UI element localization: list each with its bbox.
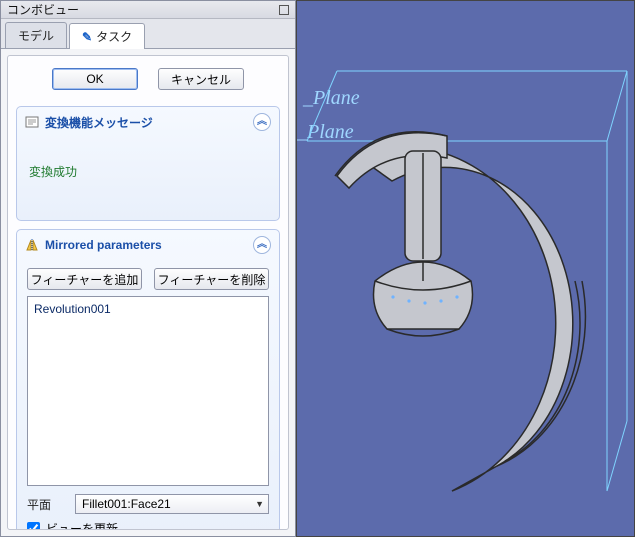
message-icon (25, 115, 39, 129)
list-item[interactable]: Revolution001 (34, 301, 262, 317)
panel-titlebar: コンボビュー (1, 1, 295, 19)
transform-message-title: 変換機能メッセージ (45, 114, 153, 131)
plane-select-value: Fillet001:Face21 (82, 497, 171, 511)
collapse-icon[interactable]: ︽ (253, 236, 271, 254)
plane-select[interactable]: Fillet001:Face21 ▼ (75, 494, 269, 514)
pencil-icon: ✎ (82, 30, 92, 44)
mirror-icon (25, 238, 39, 252)
transform-message-text: 変換成功 (27, 145, 269, 210)
update-view-checkbox[interactable] (27, 522, 40, 530)
collapse-icon[interactable]: ︽ (253, 113, 271, 131)
tab-bar: モデル ✎ タスク (1, 19, 295, 49)
ok-button[interactable]: OK (52, 68, 138, 90)
chevron-down-icon: ▼ (255, 499, 264, 509)
update-view-label: ビューを更新 (46, 520, 118, 530)
task-body: OK キャンセル 変換機能メッセージ ︽ 変換成功 (7, 55, 289, 530)
tab-model[interactable]: モデル (5, 22, 67, 48)
cancel-button[interactable]: キャンセル (158, 68, 244, 90)
panel-title-text: コンボビュー (7, 1, 79, 18)
transform-message-group: 変換機能メッセージ ︽ 変換成功 (16, 106, 280, 221)
add-feature-button[interactable]: フィーチャーを追加 (27, 268, 142, 290)
mirrored-parameters-group: Mirrored parameters ︽ フィーチャーを追加 フィーチャーを削… (16, 229, 280, 530)
tab-task[interactable]: ✎ タスク (69, 23, 145, 49)
3d-viewport[interactable]: _Plane _Plane (296, 0, 635, 537)
combo-view-panel: コンボビュー モデル ✎ タスク OK キャンセル 変換機能メッセージ ︽ (0, 0, 296, 537)
mirrored-parameters-title: Mirrored parameters (45, 238, 162, 252)
dialog-buttons: OK キャンセル (16, 64, 280, 98)
plane-label: 平面 (27, 496, 69, 513)
remove-feature-button[interactable]: フィーチャーを削除 (154, 268, 269, 290)
dock-icon[interactable] (279, 5, 289, 15)
feature-list[interactable]: Revolution001 (27, 296, 269, 486)
